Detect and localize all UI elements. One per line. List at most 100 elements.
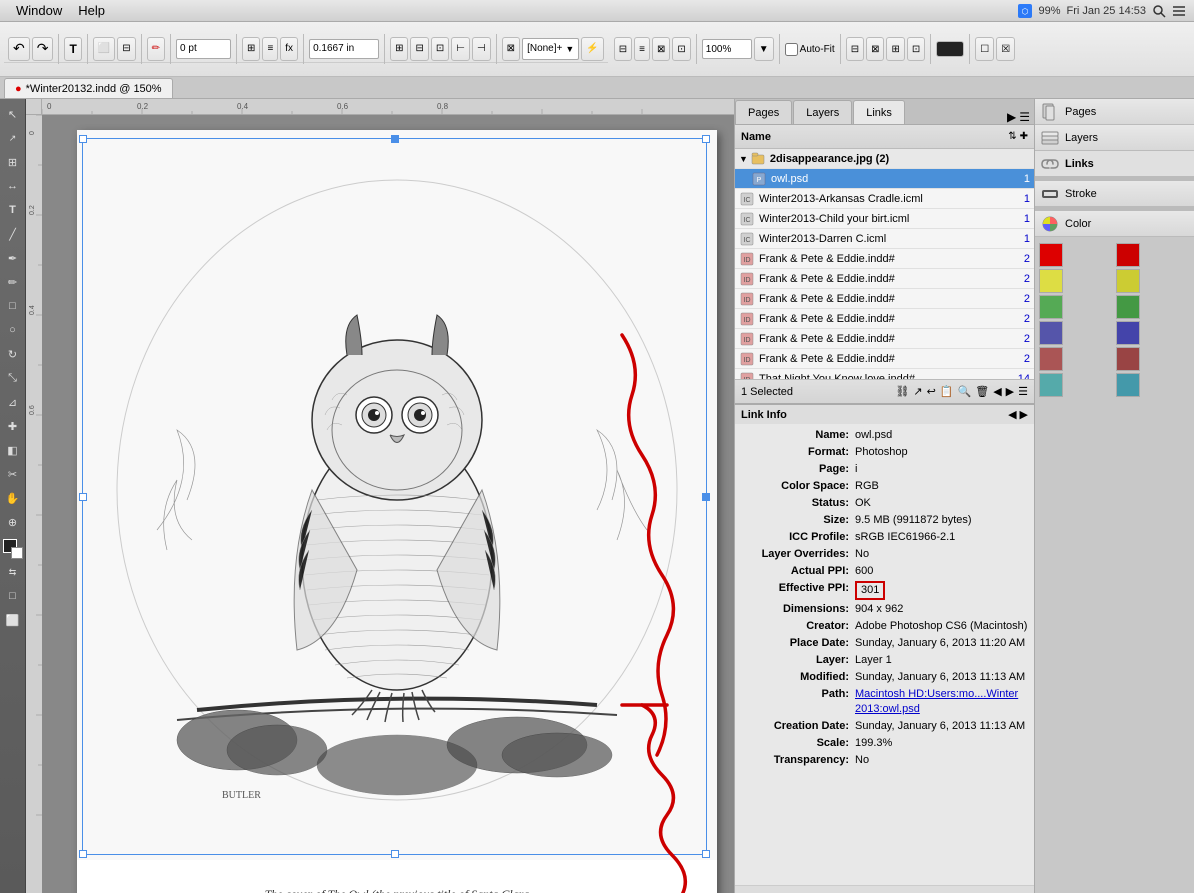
link-item-frank3[interactable]: ID Frank & Pete & Eddie.indd# 2	[735, 289, 1034, 309]
zoom-tool[interactable]: ⊕	[2, 511, 24, 533]
color-darkgreen[interactable]	[1116, 295, 1140, 319]
subpanel-layers[interactable]: Layers	[1035, 125, 1194, 151]
scale-tool[interactable]: ⤡	[2, 367, 24, 389]
panel-menu[interactable]: ☰	[1019, 110, 1030, 124]
link-item-frank4[interactable]: ID Frank & Pete & Eddie.indd# 2	[735, 309, 1034, 329]
scissors-tool[interactable]: ✂	[2, 463, 24, 485]
link-info-next[interactable]: ▶	[1020, 408, 1028, 421]
link-item-that-night[interactable]: ID That Night You Know love.indd# 14	[735, 369, 1034, 379]
redo-btn[interactable]: ↷	[32, 37, 54, 61]
normal-mode[interactable]: □	[2, 585, 24, 607]
color-darkred[interactable]	[1116, 243, 1140, 267]
subpanel-color[interactable]: Color	[1035, 211, 1194, 237]
dist-v[interactable]: ⊡	[672, 37, 690, 61]
align2-btn[interactable]: ≡	[262, 37, 278, 61]
link-info-prev[interactable]: ◀	[1008, 408, 1016, 421]
link-btn[interactable]: ⬜	[93, 37, 115, 61]
link-item-frank6[interactable]: ID Frank & Pete & Eddie.indd# 2	[735, 349, 1034, 369]
table5-btn[interactable]: ⊣	[472, 37, 491, 61]
color-yellow[interactable]	[1039, 269, 1063, 293]
links-list[interactable]: ▼ 2disappearance.jpg (2) P owl.psd 1	[735, 149, 1034, 379]
table3-btn[interactable]: ⊡	[431, 37, 449, 61]
color-red[interactable]	[1039, 243, 1063, 267]
pen-btn[interactable]: ✏	[147, 37, 165, 61]
link-icon-3[interactable]: ↩	[927, 385, 936, 398]
color-darkmaroon[interactable]	[1116, 347, 1140, 371]
preview-mode[interactable]: ⬜	[2, 609, 24, 631]
page-tool[interactable]: ⊞	[2, 151, 24, 173]
zoom-input[interactable]	[702, 39, 752, 59]
link-item-owl[interactable]: P owl.psd 1	[735, 169, 1034, 189]
link-item-darren[interactable]: IC Winter2013-Darren C.icml 1	[735, 229, 1034, 249]
link-icon-6[interactable]: 🗑	[975, 385, 989, 398]
ellipse-tool[interactable]: ○	[2, 319, 24, 341]
link-arrow-next[interactable]: ▶	[1006, 385, 1014, 398]
gap-tool[interactable]: ↔	[2, 175, 24, 197]
doc-tab[interactable]: ● *Winter20132.indd @ 150%	[4, 78, 173, 98]
rotate-tool[interactable]: ↻	[2, 343, 24, 365]
frame2[interactable]: ☒	[996, 37, 1015, 61]
tab-links[interactable]: Links	[853, 100, 905, 124]
color-blue[interactable]	[1039, 321, 1063, 345]
color-darkteal[interactable]	[1116, 373, 1140, 397]
autofit-check[interactable]	[785, 43, 798, 56]
link-group-item[interactable]: ▼ 2disappearance.jpg (2)	[735, 149, 1034, 169]
rect-tool[interactable]: □	[2, 295, 24, 317]
menu-icon[interactable]	[1172, 4, 1186, 18]
fx-btn[interactable]: fx	[280, 37, 298, 61]
sort-icon[interactable]: ⇅	[1008, 131, 1016, 142]
color-maroon[interactable]	[1039, 347, 1063, 371]
frame1[interactable]: ☐	[975, 37, 994, 61]
line-tool[interactable]: ╱	[2, 223, 24, 245]
link-item-frank2[interactable]: ID Frank & Pete & Eddie.indd# 2	[735, 269, 1034, 289]
subpanel-links[interactable]: Links	[1035, 151, 1194, 177]
color-darkblue[interactable]	[1116, 321, 1140, 345]
panel-expand[interactable]: ▶	[1007, 110, 1016, 124]
sample-tool[interactable]: ✚	[2, 415, 24, 437]
size2-input[interactable]	[309, 39, 379, 59]
link-icon-5[interactable]: 🔍	[958, 385, 972, 398]
type-tool[interactable]: T	[2, 199, 24, 221]
tab-pages[interactable]: Pages	[735, 100, 792, 124]
link-arrow-prev[interactable]: ◀	[993, 385, 1001, 398]
subpanel-stroke[interactable]: Stroke	[1035, 181, 1194, 207]
search-icon[interactable]	[1152, 4, 1166, 18]
hand-tool[interactable]: ✋	[2, 487, 24, 509]
color-green[interactable]	[1039, 295, 1063, 319]
shear-tool[interactable]: ⊿	[2, 391, 24, 413]
text-flow[interactable]: ⊡	[907, 37, 925, 61]
paste-btn[interactable]: ⊟	[117, 37, 135, 61]
size-input[interactable]	[176, 39, 231, 59]
tab-layers[interactable]: Layers	[793, 100, 852, 124]
document-canvas[interactable]: BUTLER	[42, 115, 734, 893]
color-teal[interactable]	[1039, 373, 1063, 397]
color-darkyellow[interactable]	[1116, 269, 1140, 293]
select-tool[interactable]: ↖	[2, 103, 24, 125]
align-center[interactable]: ≡	[634, 37, 650, 61]
text-align3[interactable]: ⊞	[886, 37, 904, 61]
table-btn[interactable]: ⊞	[390, 37, 408, 61]
link-icon-4[interactable]: 📋	[940, 385, 954, 398]
text-align2[interactable]: ⊠	[866, 37, 884, 61]
swap-colors[interactable]: ⇆	[2, 561, 24, 583]
link-item-arkansas[interactable]: IC Winter2013-Arkansas Cradle.icml 1	[735, 189, 1034, 209]
subpanel-pages[interactable]: Pages	[1035, 99, 1194, 125]
text-align1[interactable]: ⊟	[846, 37, 864, 61]
flash-btn[interactable]: ⚡	[581, 37, 603, 61]
link-icon-2[interactable]: ↗	[913, 385, 922, 398]
gradient-tool[interactable]: ◧	[2, 439, 24, 461]
panel-options-btn[interactable]: ☰	[1018, 385, 1028, 398]
link-icon-1[interactable]: ⛓	[895, 385, 909, 398]
direct-select[interactable]: ↗	[2, 127, 24, 149]
color-swatch[interactable]	[936, 41, 964, 57]
menu-window[interactable]: Window	[8, 3, 70, 18]
style-dropdown[interactable]: [None]+ ▼	[522, 38, 579, 60]
font-btn[interactable]: T	[64, 37, 81, 61]
table2-btn[interactable]: ⊟	[410, 37, 428, 61]
zoom-dropdown[interactable]: ▼	[754, 37, 774, 61]
align-right[interactable]: ⊠	[652, 37, 670, 61]
pencil-tool[interactable]: ✏	[2, 271, 24, 293]
align-btn[interactable]: ⊞	[242, 37, 260, 61]
table4-btn[interactable]: ⊢	[451, 37, 470, 61]
new-btn[interactable]: ↶	[8, 37, 30, 61]
